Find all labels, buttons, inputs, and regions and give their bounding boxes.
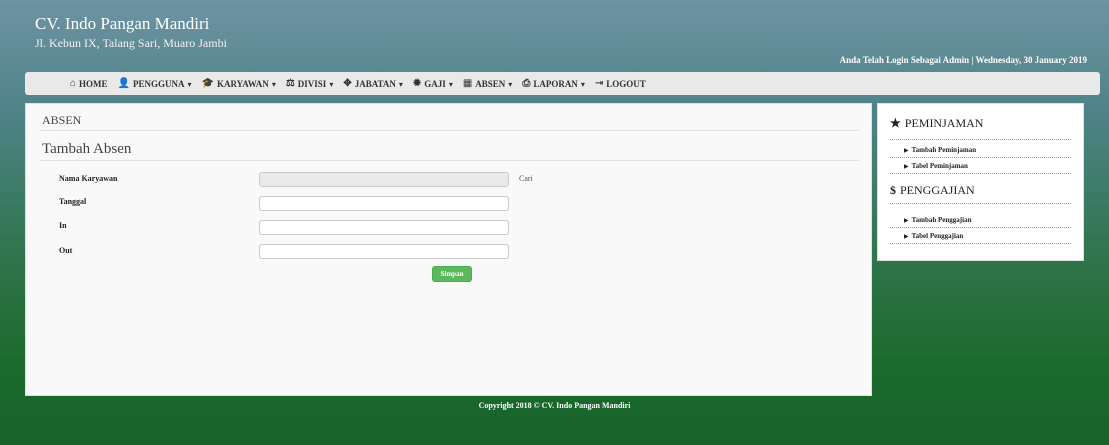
divider <box>890 227 1071 228</box>
nama-karyawan-field[interactable] <box>259 172 509 187</box>
nav-home[interactable]: ⌂ HOME <box>70 78 108 89</box>
footer-copyright: Copyright 2018 © CV. Indo Pangan Mandiri <box>478 401 631 410</box>
sidebar-item-tambah-penggajian[interactable]: ▶ Tambah Penggajian <box>904 216 971 224</box>
nav-absen[interactable]: ▦ ABSEN ▾ <box>463 78 512 89</box>
in-label: In <box>59 221 67 230</box>
nav-gaji[interactable]: ✹ GAJI ▾ <box>413 78 453 89</box>
nama-karyawan-label: Nama Karyawan <box>59 174 118 183</box>
divider <box>890 173 1071 174</box>
sidebar-item-label: Tambah Peminjaman <box>911 146 977 154</box>
user-icon: 👤 <box>117 78 130 89</box>
scale-icon: ⚖ <box>285 78 295 89</box>
caret-right-icon: ▶ <box>904 218 909 224</box>
nav-karyawan[interactable]: 🎓 KARYAWAN ▾ <box>201 78 275 89</box>
tanggal-label: Tanggal <box>59 197 87 206</box>
out-label: Out <box>59 246 73 255</box>
chevron-down-icon: ▾ <box>508 79 513 89</box>
certificate-icon: ✹ <box>412 78 422 89</box>
nav-logout[interactable]: ⇥ LOGOUT <box>595 78 646 89</box>
caret-right-icon: ▶ <box>904 164 909 170</box>
nav-home-label: HOME <box>79 78 108 89</box>
sidebar-item-tambah-peminjaman[interactable]: ▶ Tambah Peminjaman <box>904 146 976 154</box>
breadcrumb: ABSEN <box>42 113 82 127</box>
caret-right-icon: ▶ <box>904 234 909 240</box>
print-icon: ⎙ <box>522 78 531 89</box>
sidebar-item-label: Tambah Penggajian <box>911 216 972 224</box>
calendar-icon: ▦ <box>462 78 473 89</box>
chevron-down-icon: ▾ <box>580 79 585 89</box>
caret-right-icon: ▶ <box>904 148 909 154</box>
divider <box>40 160 859 161</box>
page-header: CV. Indo Pangan Mandiri Jl. Kebun IX, Ta… <box>0 0 1109 75</box>
graduation-cap-icon: 🎓 <box>201 78 214 89</box>
chevron-down-icon: ▾ <box>448 79 453 89</box>
sidebar-heading-peminjaman: ★ PEMINJAMAN <box>890 116 983 131</box>
tanggal-field[interactable] <box>259 196 509 211</box>
login-info: Anda Telah Login Sebagai Admin | Wednesd… <box>839 55 1087 65</box>
sidebar-item-tabel-peminjaman[interactable]: ▶ Tabel Peminjaman <box>904 162 968 170</box>
chevron-down-icon: ▾ <box>271 79 276 89</box>
main-content: ABSEN Tambah Absen Nama Karyawan Cari Ta… <box>25 103 872 396</box>
logout-icon: ⇥ <box>594 78 604 89</box>
sidebar-item-tabel-penggajian[interactable]: ▶ Tabel Penggajian <box>904 232 963 240</box>
sidebar-item-label: Tabel Penggajian <box>911 232 964 240</box>
out-field[interactable] <box>259 244 509 259</box>
in-field[interactable] <box>259 220 509 235</box>
sidebar-heading-penggajian: $ PENGGAJIAN <box>890 183 975 198</box>
dollar-icon: $ <box>890 183 896 197</box>
nav-divisi-label: DIVISI <box>297 78 327 89</box>
nav-karyawan-label: KARYAWAN <box>216 78 269 89</box>
chevron-down-icon: ▾ <box>398 79 403 89</box>
main-navbar: ⌂ HOME 👤 PENGGUNA ▾ 🎓 KARYAWAN ▾ ⚖ DIVIS… <box>25 72 1100 95</box>
company-name: CV. Indo Pangan Mandiri <box>35 14 210 33</box>
nav-absen-label: ABSEN <box>475 78 506 89</box>
divider <box>40 130 859 131</box>
nav-laporan-label: LAPORAN <box>533 78 578 89</box>
nav-divisi[interactable]: ⚖ DIVISI ▾ <box>286 78 334 89</box>
divider <box>890 139 1071 140</box>
chevron-down-icon: ▾ <box>329 79 334 89</box>
sidebar-heading-label: PENGGAJIAN <box>900 183 975 197</box>
home-icon: ⌂ <box>70 78 77 89</box>
nav-pengguna-label: PENGGUNA <box>132 78 185 89</box>
sidebar: ★ PEMINJAMAN ▶ Tambah Peminjaman ▶ Tabel P… <box>877 103 1084 261</box>
crosshair-icon: ✥ <box>343 78 352 89</box>
company-address: Jl. Kebun IX, Talang Sari, Muaro Jambi <box>35 36 227 50</box>
nav-pengguna[interactable]: 👤 PENGGUNA ▾ <box>118 78 192 89</box>
cari-link[interactable]: Cari <box>519 174 533 183</box>
sidebar-heading-label: PEMINJAMAN <box>904 116 984 130</box>
divider <box>890 157 1071 158</box>
star-icon: ★ <box>890 116 901 130</box>
form-title: Tambah Absen <box>42 141 132 157</box>
chevron-down-icon: ▾ <box>187 79 192 89</box>
divider <box>890 243 1071 244</box>
nav-jabatan-label: JABATAN <box>354 78 396 89</box>
nav-jabatan[interactable]: ✥ JABATAN ▾ <box>343 78 403 89</box>
nav-logout-label: LOGOUT <box>606 78 646 89</box>
nav-laporan[interactable]: ⎙ LAPORAN ▾ <box>522 78 585 89</box>
nav-gaji-label: GAJI <box>424 78 446 89</box>
sidebar-item-label: Tabel Peminjaman <box>911 162 968 170</box>
save-button[interactable]: Simpan <box>432 266 472 282</box>
divider <box>890 203 1071 204</box>
